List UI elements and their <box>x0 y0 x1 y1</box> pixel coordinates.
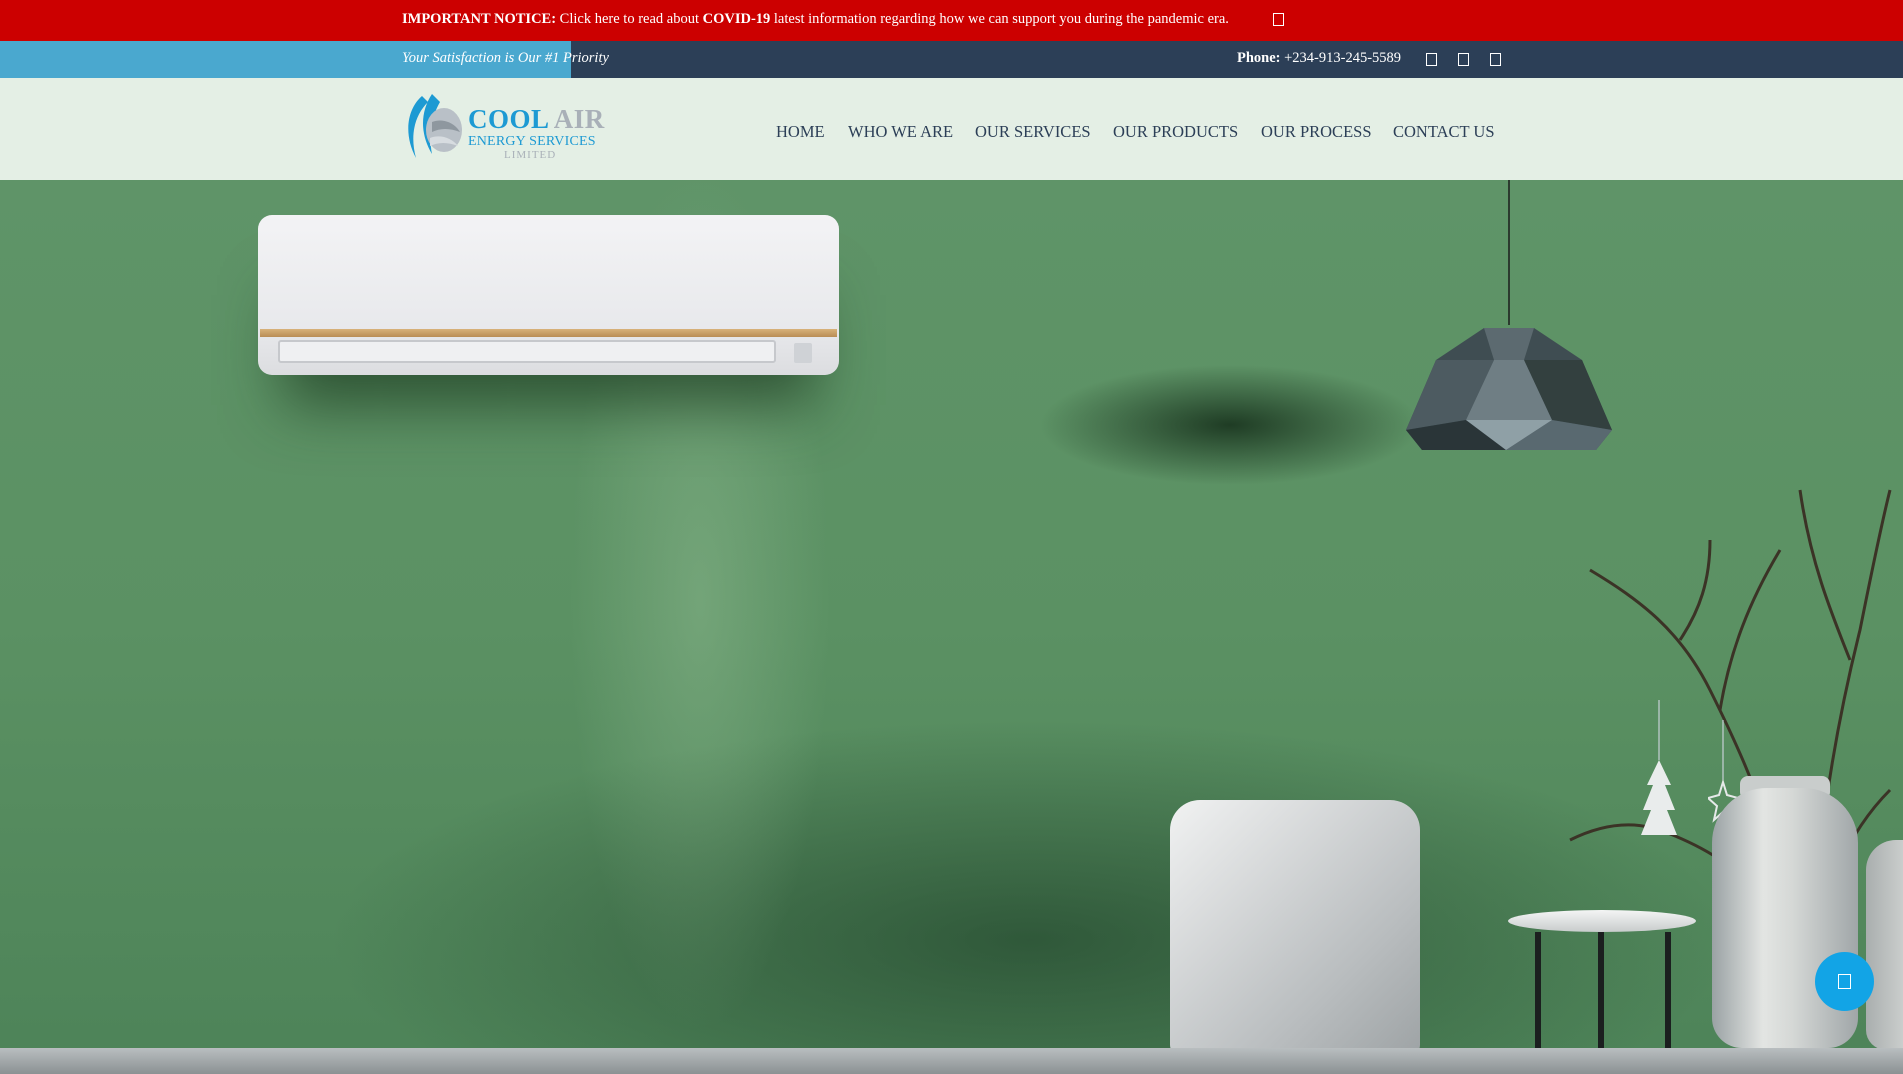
chat-button[interactable] <box>1815 952 1874 1011</box>
nav-our-services[interactable]: OUR SERVICES <box>975 122 1091 142</box>
facebook-icon[interactable] <box>1426 53 1437 66</box>
nav-who-we-are[interactable]: WHO WE ARE <box>848 122 953 142</box>
nav-home[interactable]: HOME <box>776 122 825 142</box>
tagline: Your Satisfaction is Our #1 Priority <box>402 50 609 66</box>
lamp-cord <box>1508 180 1510 325</box>
close-icon[interactable] <box>1273 13 1284 26</box>
site-header: COOL AIR ENERGY SERVICES LIMITED HOME WH… <box>0 78 1903 180</box>
chat-icon <box>1838 974 1851 989</box>
logo-wordmark: COOL AIR <box>468 104 605 134</box>
logo-line-energy: ENERGY SERVICES <box>468 134 596 149</box>
logo-line-limited: LIMITED <box>504 149 557 161</box>
ac-display <box>794 343 812 363</box>
logo-swirl-icon <box>408 94 462 158</box>
side-table-leg <box>1598 932 1604 1052</box>
nav-our-products[interactable]: OUR PRODUCTS <box>1113 122 1238 142</box>
notice-text-after: latest information regarding how we can … <box>770 11 1229 27</box>
ac-accent-strip <box>260 329 837 337</box>
phone-contact[interactable]: Phone: +234-913-245-5589 <box>1237 50 1401 67</box>
notice-bar: IMPORTANT NOTICE: Click here to read abo… <box>0 0 1903 41</box>
cushion-right-image <box>1368 808 1653 1058</box>
nav-contact-us[interactable]: CONTACT US <box>1393 122 1495 142</box>
second-vase-image <box>1866 840 1903 1050</box>
notice-text-before: Click here to read about <box>556 11 703 27</box>
top-info-bar: Your Satisfaction is Our #1 Priority Pho… <box>0 41 1903 78</box>
phone-number: +234-913-245-5589 <box>1280 50 1402 66</box>
site-logo[interactable]: COOL AIR ENERGY SERVICES LIMITED <box>402 92 604 168</box>
phone-label: Phone: <box>1237 50 1281 66</box>
floor <box>0 1048 1903 1074</box>
instagram-icon[interactable] <box>1490 53 1501 66</box>
side-table-leg <box>1665 932 1671 1052</box>
ac-vent <box>278 340 776 363</box>
air-conditioner-image <box>258 215 839 375</box>
notice-link[interactable]: IMPORTANT NOTICE: Click here to read abo… <box>402 11 1229 28</box>
twitter-icon[interactable] <box>1458 53 1469 66</box>
nav-our-process[interactable]: OUR PROCESS <box>1261 122 1372 142</box>
side-table-leg <box>1535 932 1541 1052</box>
notice-label: IMPORTANT NOTICE: <box>402 11 557 27</box>
side-table-top <box>1508 910 1696 932</box>
hero-banner <box>0 180 1903 1074</box>
notice-highlight: COVID-19 <box>702 11 771 27</box>
